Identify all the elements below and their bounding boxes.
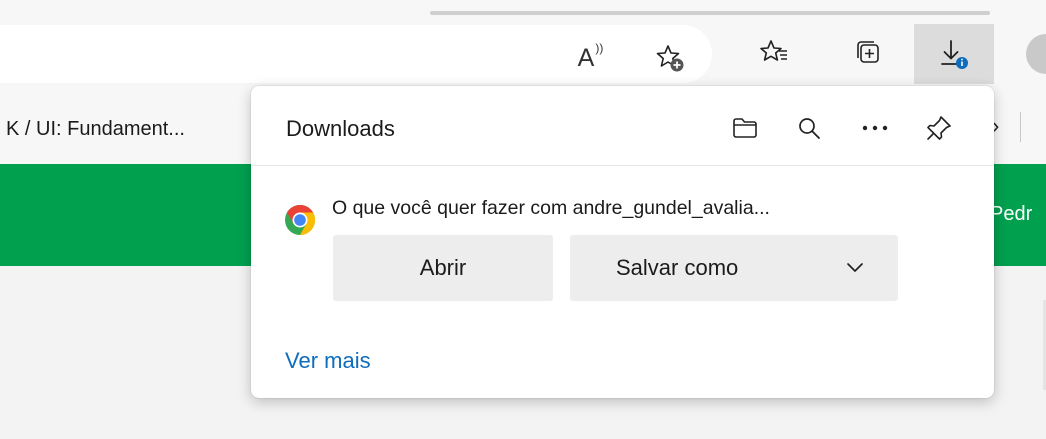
downloads-panel-divider [251,165,994,166]
folder-icon[interactable] [725,108,765,148]
downloads-icon[interactable] [914,24,994,84]
read-aloud-glyph: A [577,43,595,72]
browser-window: A)) K / UI: Fundament... › Pedr Download… [0,0,1046,439]
more-icon[interactable] [855,108,895,148]
banner-user-name: Pedr [990,203,1033,225]
save-as-button[interactable]: Salvar como [570,235,898,301]
sound-waves-icon: )) [595,41,604,55]
favorites-bar-item[interactable]: K / UI: Fundament... [6,118,185,141]
see-more-link[interactable]: Ver mais [285,348,371,374]
chevron-down-icon[interactable] [842,254,868,286]
pin-icon[interactable] [919,108,959,148]
downloads-panel: Downloads O que você quer fazer com andr… [251,86,994,398]
open-button[interactable]: Abrir [333,235,553,301]
search-icon[interactable] [789,108,829,148]
collections-icon[interactable] [846,30,890,74]
tab-strip-edge [430,11,990,15]
favorites-bar-separator [1020,112,1021,142]
add-favorite-icon[interactable] [648,36,692,80]
read-aloud-icon[interactable]: A)) [568,36,612,80]
save-as-label: Salvar como [616,255,739,280]
favorites-icon[interactable] [752,30,796,74]
download-prompt-message: O que você quer fazer com andre_gundel_a… [332,197,770,219]
downloads-panel-title: Downloads [286,116,395,141]
chrome-icon [283,203,317,237]
